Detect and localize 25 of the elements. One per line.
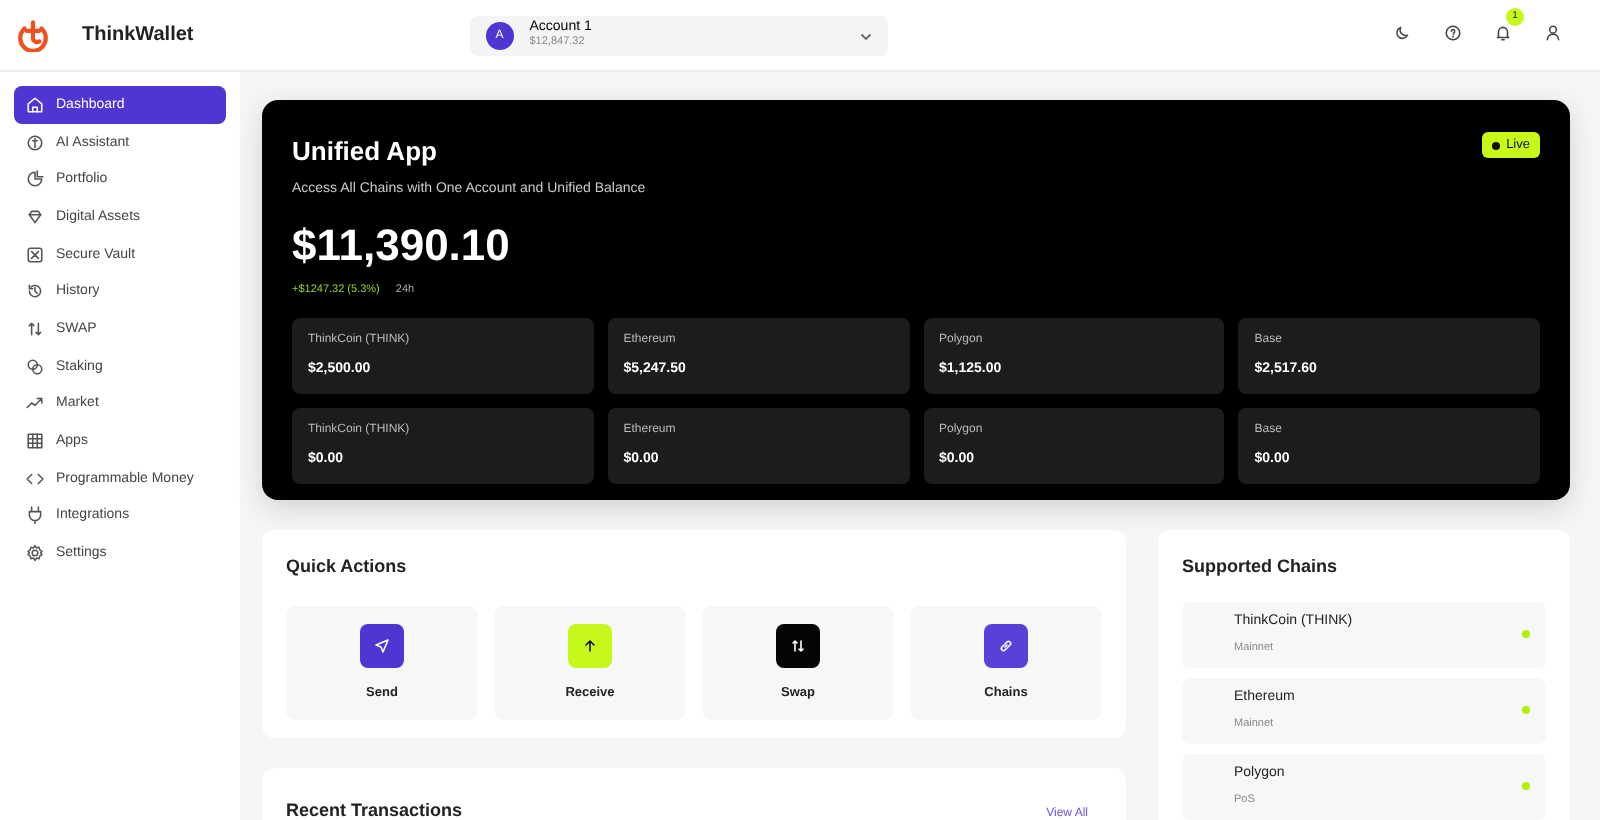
history-icon	[26, 282, 44, 301]
user-icon	[1543, 24, 1561, 43]
help-icon	[1443, 24, 1461, 43]
coins-icon	[26, 357, 44, 376]
home-icon	[26, 95, 44, 114]
section-title: Quick Actions	[286, 554, 409, 580]
total-balance: $11,390.10	[292, 224, 512, 268]
section-title: Recent Transactions	[286, 797, 463, 820]
settings-icon	[26, 544, 44, 563]
pie-chart-icon	[26, 170, 44, 189]
bell-icon	[1493, 24, 1511, 43]
section-title: Supported Chains	[1182, 554, 1340, 580]
moon-icon	[1393, 24, 1411, 43]
brand-name: ThinkWallet	[82, 22, 194, 50]
code-icon	[26, 469, 44, 488]
swap-icon	[26, 319, 44, 338]
vault-icon	[26, 245, 44, 264]
logo-icon	[16, 18, 50, 52]
grid-icon	[26, 432, 44, 451]
plug-icon	[26, 506, 44, 525]
compass-icon	[26, 133, 44, 152]
trend-icon	[26, 394, 44, 413]
hero-title: Unified App	[292, 134, 439, 170]
chevron-down-icon	[859, 29, 872, 41]
diamond-icon	[26, 207, 44, 226]
